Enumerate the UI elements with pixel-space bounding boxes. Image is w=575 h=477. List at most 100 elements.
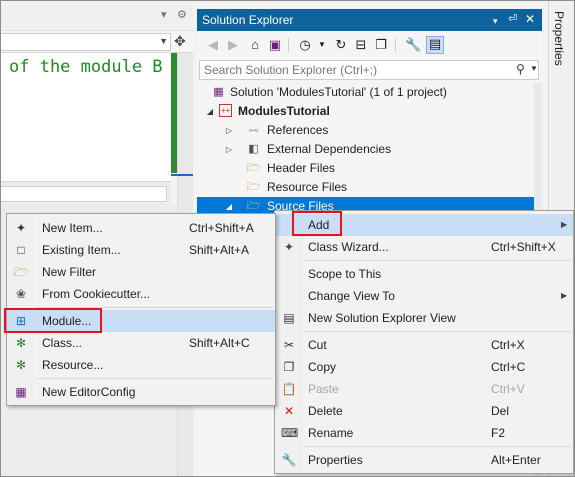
expand-arrow-icon[interactable]: ▷: [224, 140, 234, 159]
new-view-icon: ▤: [283, 311, 295, 325]
tree-node-label: Resource Files: [267, 180, 348, 194]
menu-item-scope-to-this[interactable]: Scope to This: [275, 263, 573, 285]
submenu-arrow-icon: ▶: [561, 220, 568, 229]
menu-item-class-wizard[interactable]: ✦ Class Wizard... Ctrl+Shift+X: [275, 236, 573, 258]
existing-item-icon: □: [17, 243, 25, 257]
menu-item-label: Paste: [308, 382, 339, 396]
menu-item-shortcut: Ctrl+Shift+A: [189, 221, 254, 235]
menu-item-shortcut: Alt+Enter: [491, 453, 541, 467]
chevron-down-icon[interactable]: ▼: [314, 37, 330, 53]
tree-node-label: ModulesTutorial: [238, 104, 330, 118]
menu-item-new-solution-explorer-view[interactable]: ▤ New Solution Explorer View: [275, 307, 573, 329]
menu-item-label: Scope to This: [308, 267, 382, 281]
tree-node-resource-files[interactable]: 🗁 Resource Files: [197, 178, 542, 197]
solution-explorer-toolbar: ◀ ▶ ⌂ ▣ ◷ ▼ ↻ ⊟ ❐ 🔧 ▤: [197, 31, 542, 59]
add-submenu: ✦ New Item... Ctrl+Shift+A □ Existing It…: [6, 213, 276, 406]
menu-item-new-item[interactable]: ✦ New Item... Ctrl+Shift+A: [7, 217, 275, 239]
chevron-down-icon: ▼: [159, 36, 168, 46]
menu-item-label: Resource...: [42, 358, 104, 372]
panel-title: Solution Explorer: [202, 13, 294, 27]
preview-selected-items-icon[interactable]: ▤: [426, 36, 444, 54]
menu-item-rename[interactable]: ⌨ Rename F2: [275, 422, 573, 444]
menu-item-change-view-to[interactable]: Change View To ▶: [275, 285, 573, 307]
wrench-icon[interactable]: 🔧: [405, 37, 421, 53]
forward-icon[interactable]: ▶: [225, 37, 241, 53]
search-input[interactable]: [200, 61, 510, 79]
menu-item-shortcut: Shift+Alt+A: [189, 243, 250, 257]
search-icon[interactable]: ⚲: [516, 62, 525, 76]
wrench-icon: 🔧: [281, 453, 297, 467]
menu-item-copy[interactable]: ❐ Copy Ctrl+C: [275, 356, 573, 378]
menu-item-shortcut: Shift+Alt+C: [189, 336, 250, 350]
new-item-icon: ✦: [15, 221, 27, 235]
tree-node-references[interactable]: ▷ ▫-▫ References: [197, 121, 542, 140]
menu-item-add[interactable]: Add ▶: [275, 214, 573, 236]
tree-node-label: Header Files: [267, 161, 336, 175]
filter-folder-icon: 🗁: [246, 181, 261, 193]
menu-item-label: Cut: [308, 338, 327, 352]
editorconfig-icon: ▦: [15, 385, 27, 399]
collapse-all-icon[interactable]: ⊟: [353, 37, 369, 53]
menu-item-label: Existing Item...: [42, 243, 121, 257]
dropdown-arrow-icon[interactable]: ▾: [161, 9, 167, 21]
tree-node-header-files[interactable]: 🗁 Header Files: [197, 159, 542, 178]
split-window-icon[interactable]: ✥: [174, 33, 186, 49]
menu-item-class[interactable]: ✻ Class... Shift+Alt+C: [7, 332, 275, 354]
pin-icon[interactable]: ⏎: [508, 12, 517, 26]
search-box[interactable]: ⚲ ▼: [199, 60, 539, 80]
filter-folder-icon: 🗁: [246, 200, 261, 212]
menu-item-from-cookiecutter[interactable]: ❀ From Cookiecutter...: [7, 283, 275, 305]
menu-separator: [37, 307, 273, 308]
pending-changes-filter-icon[interactable]: ◷: [297, 37, 313, 53]
menu-item-new-filter[interactable]: 🗁 New Filter: [7, 261, 275, 283]
expand-arrow-icon[interactable]: ▷: [224, 121, 234, 140]
properties-tab-label[interactable]: Properties: [552, 11, 566, 66]
close-icon[interactable]: ✕: [525, 12, 535, 26]
menu-item-properties[interactable]: 🔧 Properties Alt+Enter: [275, 449, 573, 471]
tree-node-label: External Dependencies: [267, 142, 392, 156]
menu-item-module[interactable]: ⊞ Module...: [7, 310, 275, 332]
copy-icon: ❐: [283, 360, 295, 374]
home-icon[interactable]: ⌂: [247, 37, 263, 53]
scrollbar-track[interactable]: [1, 186, 167, 202]
collapse-arrow-icon[interactable]: ◢: [205, 102, 215, 121]
menu-item-label: New EditorConfig: [42, 385, 136, 399]
member-dropdown[interactable]: ▼: [1, 33, 171, 51]
switch-views-icon[interactable]: ▣: [267, 37, 283, 53]
menu-item-cut[interactable]: ✂ Cut Ctrl+X: [275, 334, 573, 356]
menu-item-label: Copy: [308, 360, 337, 374]
resource-icon: ✻: [15, 358, 27, 372]
menu-item-paste[interactable]: 📋 Paste Ctrl+V: [275, 378, 573, 400]
menu-item-label: New Filter: [42, 265, 97, 279]
sync-icon[interactable]: ↻: [333, 37, 349, 53]
gear-icon[interactable]: ⚙: [177, 9, 187, 21]
ide-window: ▾ ⚙ ▼ ✥ of the module B Solution Explore…: [0, 0, 575, 477]
tree-node-project[interactable]: ◢ ++ ModulesTutorial: [197, 102, 542, 121]
menu-item-resource[interactable]: ✻ Resource...: [7, 354, 275, 376]
menu-item-label: Class Wizard...: [308, 240, 389, 254]
back-icon[interactable]: ◀: [205, 37, 221, 53]
window-position-dropdown-icon[interactable]: ▾: [493, 14, 498, 28]
chevron-down-icon[interactable]: ▼: [530, 64, 538, 73]
new-filter-icon: 🗁: [13, 265, 29, 279]
menu-item-delete[interactable]: ✕ Delete Del: [275, 400, 573, 422]
class-icon: ✻: [15, 336, 27, 350]
solution-icon: ▦: [213, 86, 224, 98]
menu-separator: [305, 331, 571, 332]
editor-horizontal-scrollbar[interactable]: [1, 181, 171, 205]
code-editor[interactable]: of the module B: [1, 53, 171, 181]
cut-icon: ✂: [283, 338, 295, 352]
editor-tab-strip: ▾ ⚙: [1, 1, 193, 31]
menu-item-shortcut: Ctrl+C: [491, 360, 526, 374]
menu-separator: [305, 260, 571, 261]
tree-node-solution[interactable]: ▦ Solution 'ModulesTutorial' (1 of 1 pro…: [197, 83, 542, 102]
context-menu: Add ▶ ✦ Class Wizard... Ctrl+Shift+X Sco…: [274, 210, 574, 474]
show-all-files-icon[interactable]: ❐: [373, 37, 389, 53]
paste-icon: 📋: [281, 382, 297, 396]
tree-node-external-dependencies[interactable]: ▷ ◧ External Dependencies: [197, 140, 542, 159]
menu-item-new-editorconfig[interactable]: ▦ New EditorConfig: [7, 381, 275, 403]
menu-item-existing-item[interactable]: □ Existing Item... Shift+Alt+A: [7, 239, 275, 261]
toolbar-separator: [395, 38, 396, 52]
code-line: of the module B: [9, 57, 163, 77]
menu-item-label: Change View To: [308, 289, 395, 303]
